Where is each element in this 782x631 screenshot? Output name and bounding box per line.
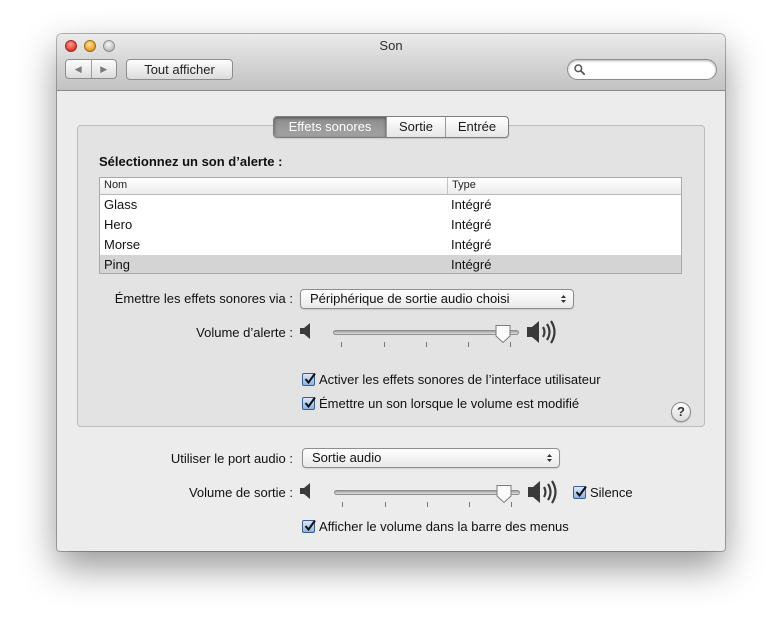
table-row[interactable]: Morse Intégré [100, 235, 681, 255]
slider-track [333, 330, 519, 335]
search-icon [574, 64, 585, 75]
slider-tick [384, 342, 385, 347]
checkmark-icon [304, 396, 316, 409]
column-divider [447, 178, 448, 194]
audio-port-popup[interactable]: Sortie audio [302, 448, 560, 468]
alert-volume-slider[interactable] [333, 322, 519, 352]
table-row[interactable]: Hero Intégré [100, 215, 681, 235]
slider-tick [385, 502, 386, 507]
slider-tick [469, 502, 470, 507]
output-volume-slider[interactable] [334, 482, 520, 512]
chevron-updown-icon [561, 295, 566, 303]
checkbox[interactable] [302, 519, 316, 533]
checkmark-icon [304, 519, 316, 532]
sound-type: Intégré [451, 257, 492, 272]
speaker-low-icon[interactable] [299, 482, 315, 500]
volume-feedback-label: Émettre un son lorsque le volume est mod… [319, 396, 580, 411]
tab-bar: Effets sonores Sortie Entrée [273, 116, 509, 138]
sound-name: Hero [104, 217, 133, 232]
tab-sortie[interactable]: Sortie [386, 117, 445, 137]
window-title: Son [379, 38, 403, 53]
slider-thumb[interactable] [495, 484, 513, 504]
mute-label: Silence [590, 485, 633, 500]
speaker-high-icon[interactable] [527, 478, 561, 506]
table-header: Nom Type [100, 178, 681, 195]
slider-track [334, 490, 520, 495]
play-via-label: Émettre les effets sonores via : [114, 291, 293, 306]
slider-tick [427, 502, 428, 507]
search-input[interactable] [592, 62, 712, 78]
volume-feedback-checkbox[interactable]: Émettre un son lorsque le volume est mod… [302, 396, 579, 411]
speaker-low-icon[interactable] [299, 322, 315, 340]
sound-preferences-window: Son ◀ ▶ Tout afficher Effets sonores Sor… [57, 34, 725, 551]
slider-tick [426, 342, 427, 347]
slider-tick [341, 342, 342, 347]
play-via-value: Périphérique de sortie audio choisi [310, 291, 510, 306]
chevron-updown-icon [547, 454, 552, 462]
checkbox[interactable] [302, 372, 316, 386]
sound-name: Glass [104, 197, 138, 212]
alert-sound-table: Nom Type Glass Intégré Hero Intégré Mors… [99, 177, 682, 274]
checkmark-icon [575, 485, 587, 498]
ui-effects-label: Activer les effets sonores de l’interfac… [319, 372, 601, 387]
audio-port-label: Utiliser le port audio : [170, 451, 293, 466]
column-header-type[interactable]: Type [452, 179, 476, 191]
tab-effets-sonores[interactable]: Effets sonores [274, 117, 386, 137]
slider-tick [342, 502, 343, 507]
ui-effects-checkbox[interactable]: Activer les effets sonores de l’interfac… [302, 372, 601, 387]
play-via-popup[interactable]: Périphérique de sortie audio choisi [300, 289, 574, 309]
show-all-button[interactable]: Tout afficher [126, 59, 233, 80]
output-volume-label: Volume de sortie : [188, 485, 293, 500]
sound-type: Intégré [451, 237, 492, 252]
sound-type: Intégré [451, 217, 492, 232]
sound-name: Ping [104, 257, 131, 272]
audio-port-value: Sortie audio [312, 450, 382, 465]
slider-tick [468, 342, 469, 347]
search-field[interactable] [567, 59, 717, 80]
table-row[interactable]: Glass Intégré [100, 195, 681, 215]
back-forward-control: ◀ ▶ [65, 59, 117, 79]
checkbox[interactable] [573, 485, 587, 499]
table-row-selected[interactable]: Ping Intégré [100, 255, 681, 273]
help-button[interactable]: ? [671, 402, 691, 422]
slider-thumb[interactable] [494, 324, 512, 344]
checkbox[interactable] [302, 396, 316, 410]
back-arrow-icon[interactable]: ◀ [66, 60, 91, 78]
show-volume-menubar-checkbox[interactable]: Afficher le volume dans la barre des men… [302, 519, 569, 534]
mute-checkbox[interactable]: Silence [573, 485, 633, 500]
checkmark-icon [304, 372, 316, 385]
forward-arrow-icon[interactable]: ▶ [90, 60, 117, 78]
speaker-high-icon[interactable] [526, 318, 560, 346]
show-volume-label: Afficher le volume dans la barre des men… [319, 519, 569, 534]
alert-sound-heading: Sélectionnez un son d’alerte : [99, 154, 283, 169]
sound-type: Intégré [451, 197, 492, 212]
title-bar: Son ◀ ▶ Tout afficher [57, 34, 725, 91]
alert-volume-label: Volume d’alerte : [196, 325, 293, 340]
sound-name: Morse [104, 237, 141, 252]
tab-entree[interactable]: Entrée [445, 117, 508, 137]
column-header-name[interactable]: Nom [104, 179, 127, 191]
